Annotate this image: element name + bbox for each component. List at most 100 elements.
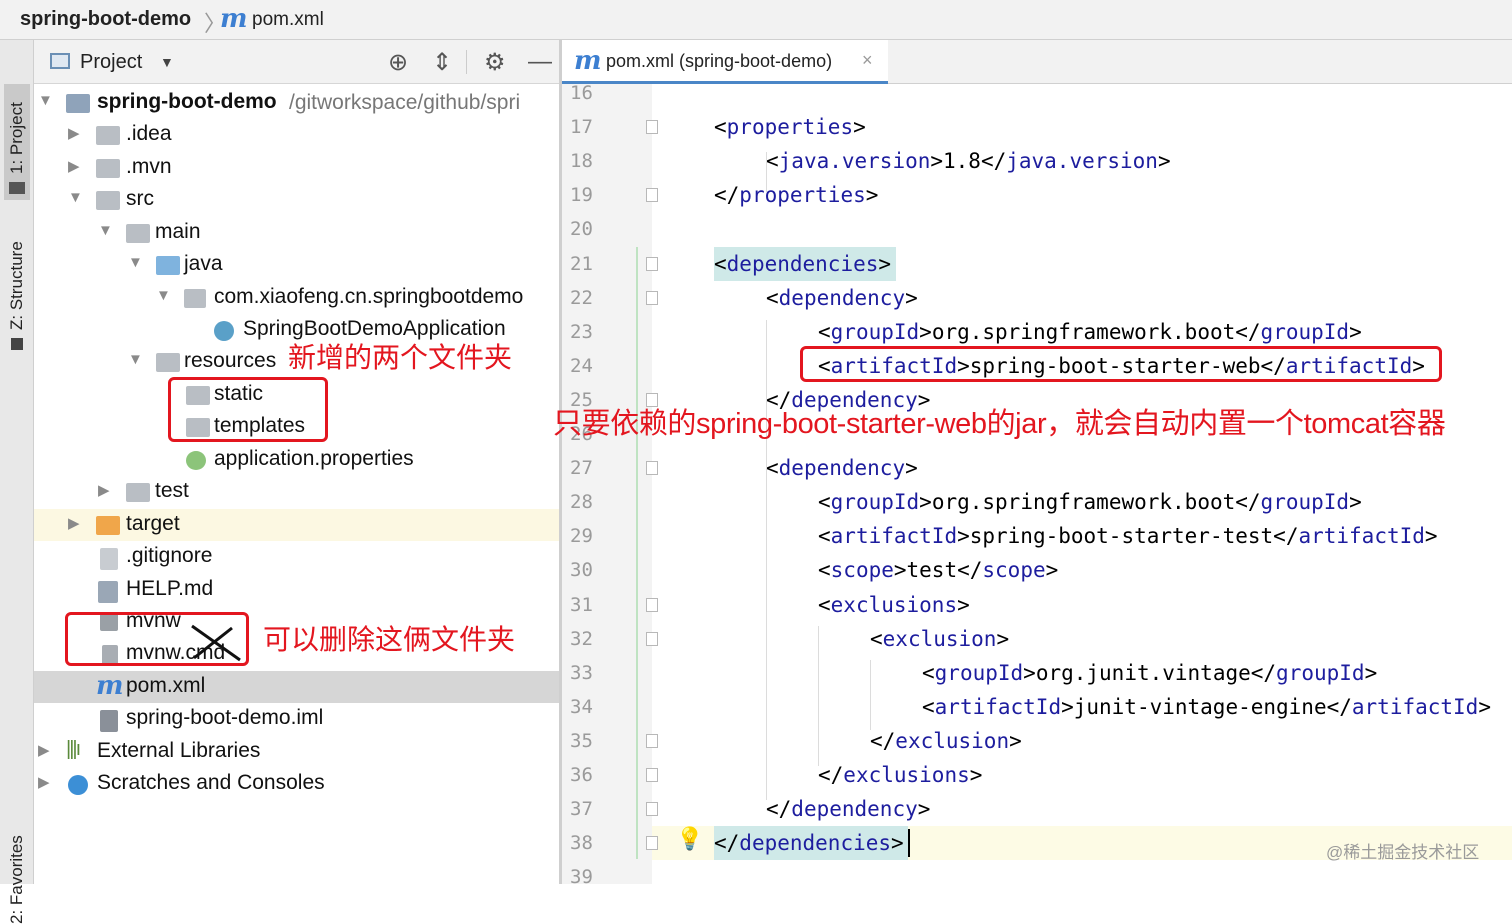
folder-icon: [96, 159, 120, 178]
tree-item-application-properties[interactable]: application.properties: [34, 444, 560, 476]
gear-icon[interactable]: ⚙: [484, 48, 506, 77]
chevron-down-icon[interactable]: ▼: [68, 189, 83, 206]
tree-item-gitignore[interactable]: .gitignore: [34, 541, 560, 573]
tree-item-label: .mvn: [126, 155, 172, 178]
folder-icon: [126, 224, 150, 243]
chevron-right-icon[interactable]: ▶: [68, 157, 80, 175]
tool-tab-structure-label: Z: Structure: [7, 241, 26, 330]
fold-marker-icon[interactable]: [646, 597, 658, 612]
spring-boot-class-icon: [214, 321, 234, 341]
fold-marker-icon[interactable]: [646, 768, 658, 782]
tree-item-scratches[interactable]: ▶ Scratches and Consoles: [34, 768, 560, 800]
locate-icon[interactable]: ⊕: [388, 48, 408, 77]
breadcrumb-file[interactable]: pom.xml: [252, 9, 324, 31]
xml-tag-name: properties: [739, 183, 866, 208]
xml-punctuation: >: [1009, 728, 1022, 753]
code-line: <properties>: [714, 110, 866, 144]
xml-tag-name: artifactId: [934, 694, 1062, 719]
code-line: <dependency>: [766, 451, 918, 485]
chevron-right-icon[interactable]: ▶: [68, 124, 80, 142]
indent-guide: [870, 660, 871, 730]
xml-punctuation: <: [870, 626, 883, 651]
iml-file-icon: [100, 710, 118, 732]
libraries-icon: |||ı: [66, 738, 81, 760]
maven-file-icon: m: [96, 671, 124, 701]
fold-marker-icon[interactable]: [646, 256, 658, 271]
chevron-right-icon[interactable]: ▶: [38, 773, 50, 791]
tree-item-label: application.properties: [214, 447, 414, 470]
chevron-down-icon[interactable]: ▼: [128, 254, 143, 271]
hide-panel-icon[interactable]: —: [528, 48, 552, 76]
tree-item-pom[interactable]: m pom.xml: [34, 671, 560, 703]
tree-item-external-libraries[interactable]: ▶ |||ı External Libraries: [34, 736, 560, 768]
fold-marker-icon[interactable]: [646, 188, 658, 203]
project-view-selector[interactable]: Project: [80, 51, 142, 74]
xml-punctuation: >: [917, 797, 931, 822]
xml-punctuation: <: [922, 694, 935, 719]
tool-tab-structure[interactable]: Z: Structure: [4, 230, 30, 356]
xml-punctuation: >1.8</: [930, 149, 1007, 174]
chevron-down-icon[interactable]: ▼: [156, 287, 171, 304]
xml-punctuation: >junit-vintage-engine</: [1061, 694, 1352, 719]
tree-item-target[interactable]: ▶ target: [34, 509, 560, 541]
close-icon[interactable]: ×: [862, 50, 873, 71]
xml-tag-name: dependencies: [739, 831, 892, 856]
code-line: <java.version>1.8</java.version>: [766, 144, 1171, 178]
fold-marker-icon[interactable]: [646, 733, 658, 748]
xml-punctuation: <: [766, 285, 779, 310]
line-number: 31: [570, 593, 593, 616]
line-number: 30: [570, 559, 593, 582]
tree-item-package[interactable]: ▼ com.xiaofeng.cn.springbootdemo: [34, 282, 560, 314]
chevron-down-icon[interactable]: ▼: [98, 222, 113, 239]
xml-tag-name: groupId: [934, 660, 1024, 685]
tree-item-iml[interactable]: spring-boot-demo.iml: [34, 703, 560, 735]
tool-tab-favorites[interactable]: 2: Favorites: [4, 830, 30, 924]
xml-punctuation: >: [905, 285, 918, 310]
tree-item-idea[interactable]: ▶ .idea: [34, 119, 560, 151]
code-line: <dependencies>: [714, 247, 891, 281]
tree-item-src[interactable]: ▼ src: [34, 184, 560, 216]
chevron-right-icon[interactable]: ▶: [98, 481, 110, 499]
tool-tab-project[interactable]: 1: Project: [4, 84, 30, 200]
chevron-down-icon[interactable]: ▼: [160, 54, 174, 70]
chevron-right-icon[interactable]: ▶: [38, 741, 50, 759]
line-number: 18: [570, 150, 593, 173]
module-folder-icon: [66, 94, 90, 113]
line-number: 19: [570, 184, 593, 207]
tree-item-java[interactable]: ▼ java: [34, 249, 560, 281]
tree-item-module[interactable]: ▼ spring-boot-demo /gitworkspace/github/…: [34, 87, 560, 119]
chevron-down-icon[interactable]: ▼: [128, 351, 143, 368]
tree-item-test[interactable]: ▶ test: [34, 476, 560, 508]
line-number: 36: [570, 764, 593, 786]
toolbar-divider: [466, 50, 467, 74]
fold-marker-icon[interactable]: [646, 120, 658, 135]
line-number: 24: [570, 354, 593, 377]
xml-punctuation: <: [714, 115, 727, 140]
xml-punctuation: >: [1157, 149, 1171, 174]
xml-punctuation: <: [818, 524, 831, 549]
project-tree: ▼ spring-boot-demo /gitworkspace/github/…: [34, 84, 560, 884]
lightbulb-icon[interactable]: 💡: [676, 826, 703, 852]
fold-marker-icon[interactable]: [646, 802, 658, 817]
breadcrumb-project[interactable]: spring-boot-demo: [20, 8, 191, 31]
chevron-down-icon[interactable]: ▼: [38, 92, 53, 109]
fold-marker-icon[interactable]: [646, 290, 658, 305]
xml-punctuation: <: [766, 149, 779, 174]
code-line: <dependency>: [766, 281, 918, 315]
tree-item-help-md[interactable]: HELP.md: [34, 574, 560, 606]
fold-marker-icon[interactable]: [646, 461, 658, 476]
xml-tag-name: groupId: [830, 319, 920, 344]
tree-item-main[interactable]: ▼ main: [34, 217, 560, 249]
xml-punctuation: >: [1364, 660, 1378, 685]
fold-marker-icon[interactable]: [646, 836, 658, 851]
line-number: 29: [570, 525, 593, 548]
collapse-all-icon[interactable]: ⇕: [432, 48, 452, 77]
spring-properties-icon: [186, 451, 206, 470]
code-line: <groupId>org.junit.vintage</groupId>: [922, 656, 1377, 690]
xml-punctuation: <: [818, 319, 831, 344]
fold-marker-icon[interactable]: [646, 631, 658, 646]
chevron-right-icon[interactable]: ▶: [68, 514, 80, 532]
line-number: 38: [570, 832, 593, 855]
xml-tag-name: exclusions: [843, 763, 970, 787]
tree-item-mvn[interactable]: ▶ .mvn: [34, 152, 560, 184]
